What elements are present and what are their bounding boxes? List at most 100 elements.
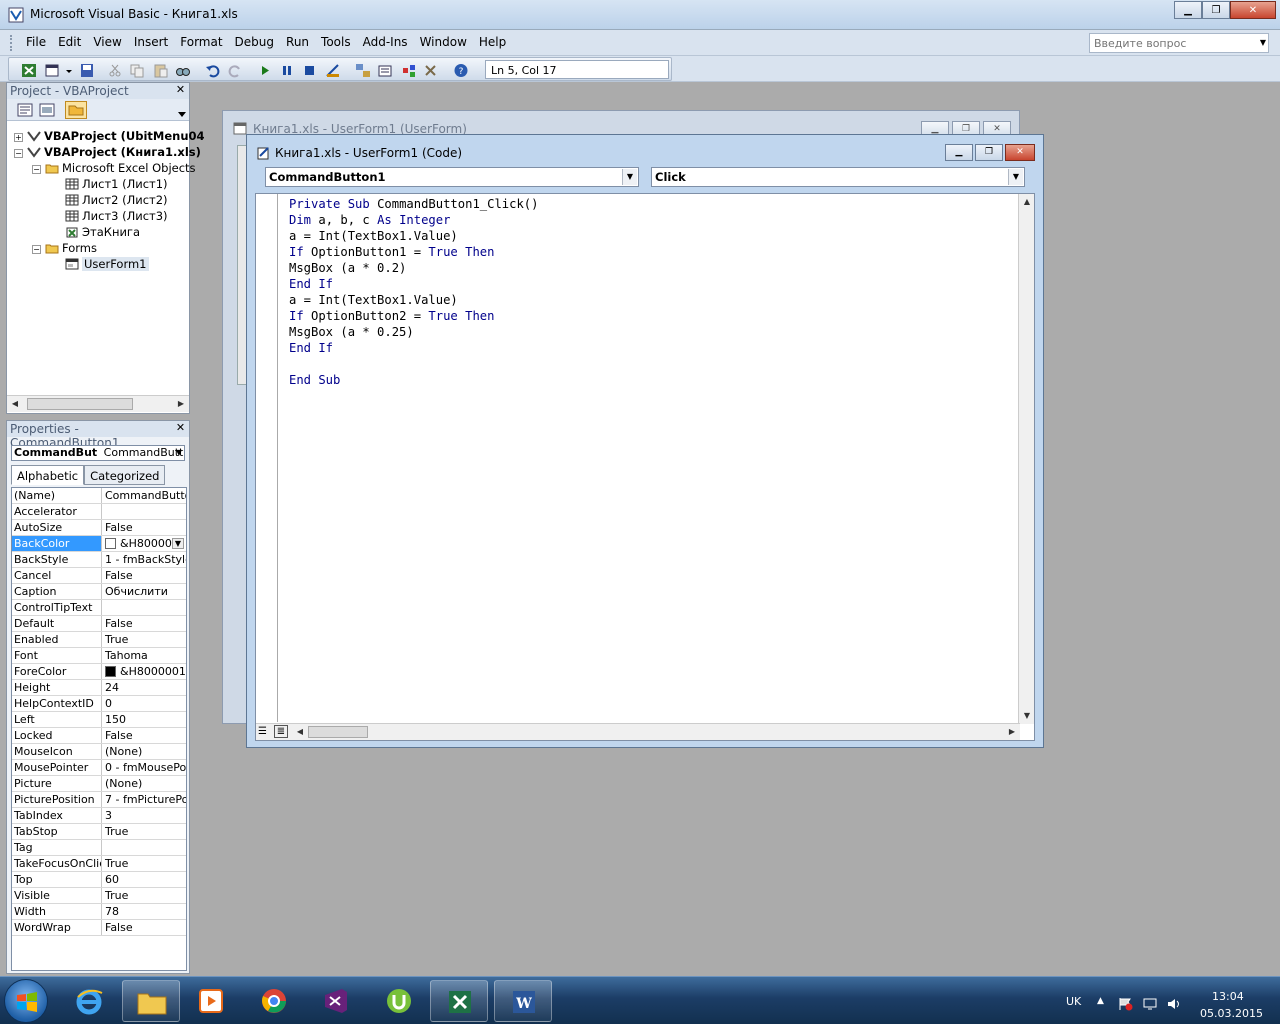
property-value[interactable]: True	[103, 632, 186, 647]
property-value[interactable]	[103, 600, 186, 615]
object-combo[interactable]: CommandButton1 ▼	[265, 167, 639, 187]
property-row[interactable]: MouseIcon (None)	[12, 744, 186, 760]
tab-alphabetic[interactable]: Alphabetic	[11, 465, 85, 485]
taskbar-media-player[interactable]	[182, 980, 240, 1022]
view-object-icon[interactable]	[39, 103, 55, 117]
find-icon[interactable]	[175, 63, 191, 78]
design-mode-icon[interactable]	[325, 63, 341, 78]
expand-icon[interactable]: +	[14, 133, 23, 142]
property-value[interactable]: (None)	[103, 776, 186, 791]
code-window[interactable]: Книга1.xls - UserForm1 (Code) ▁ ❐ ✕ Comm…	[246, 134, 1044, 748]
property-value[interactable]: False	[103, 728, 186, 743]
property-row[interactable]: WordWrap False	[12, 920, 186, 936]
menu-help[interactable]: Help	[473, 35, 512, 49]
scroll-left-icon[interactable]: ◀	[7, 396, 23, 412]
code-minimize-button[interactable]: ▁	[945, 144, 973, 161]
scroll-up-icon[interactable]: ▲	[1019, 194, 1035, 210]
property-value[interactable]: 60	[103, 872, 186, 887]
chevron-down-icon[interactable]	[177, 109, 187, 119]
property-value[interactable]: 7 - fmPicturePos	[103, 792, 186, 807]
tree-item-kniga1[interactable]: VBAProject (Книга1.xls)	[27, 145, 201, 161]
property-value[interactable]	[103, 504, 186, 519]
code-line[interactable]: End If	[289, 276, 539, 292]
property-value[interactable]: False	[103, 568, 186, 583]
property-row[interactable]: Enabled True	[12, 632, 186, 648]
property-value[interactable]: False	[103, 520, 186, 535]
close-button[interactable]: ✕	[1230, 1, 1276, 19]
tree-item-thisworkbook[interactable]: ЭтаКнига	[65, 225, 140, 241]
menu-window[interactable]: Window	[414, 35, 473, 49]
taskbar-chrome[interactable]	[245, 980, 303, 1022]
tab-categorized[interactable]: Categorized	[84, 465, 166, 485]
tray-expand-icon[interactable]: ▲	[1097, 996, 1104, 1006]
property-value[interactable]: 3	[103, 808, 186, 823]
scroll-down-icon[interactable]: ▼	[1019, 708, 1035, 724]
property-value[interactable]: 0 - fmMousePoir	[103, 760, 186, 775]
full-module-view-icon[interactable]: ≣	[274, 725, 288, 738]
tree-item-ubitmenu[interactable]: VBAProject (UbitMenu04	[27, 129, 205, 145]
toggle-folders-icon[interactable]	[65, 101, 87, 119]
property-value[interactable]: 0	[103, 696, 186, 711]
chevron-down-icon[interactable]: ▼	[171, 538, 184, 549]
tree-item-sheet1[interactable]: Лист1 (Лист1)	[65, 177, 168, 193]
close-icon[interactable]: ✕	[174, 84, 187, 97]
property-row[interactable]: Font Tahoma	[12, 648, 186, 664]
help-icon[interactable]: ?	[453, 63, 469, 78]
network-icon[interactable]	[1142, 997, 1158, 1011]
code-line[interactable]: End If	[289, 340, 539, 356]
code-line[interactable]: If OptionButton1 = True Then	[289, 244, 539, 260]
property-row[interactable]: Tag	[12, 840, 186, 856]
code-maximize-button[interactable]: ❐	[975, 144, 1003, 161]
menu-format[interactable]: Format	[174, 35, 228, 49]
property-row[interactable]: Accelerator	[12, 504, 186, 520]
code-line[interactable]	[289, 356, 539, 372]
save-icon[interactable]	[79, 63, 95, 78]
menu-grip[interactable]	[10, 35, 14, 51]
property-row[interactable]: TabStop True	[12, 824, 186, 840]
property-row[interactable]: TakeFocusOnClick True	[12, 856, 186, 872]
code-line[interactable]: a = Int(TextBox1.Value)	[289, 292, 539, 308]
clock-date[interactable]: 05.03.2015	[1200, 1007, 1263, 1020]
property-value[interactable]: (None)	[103, 744, 186, 759]
undo-icon[interactable]	[205, 63, 221, 78]
code-vscroll[interactable]: ▲ ▼	[1018, 194, 1034, 724]
property-value[interactable]: 78	[103, 904, 186, 919]
insert-userform-icon[interactable]	[45, 63, 61, 78]
scroll-right-icon[interactable]: ▶	[173, 396, 189, 412]
breakpoint-margin[interactable]	[256, 194, 278, 722]
property-row[interactable]: BackColor &H80000 ▼	[12, 536, 186, 552]
taskbar-utorrent[interactable]	[370, 980, 428, 1022]
property-value[interactable]: 1 - fmBackStyleC	[103, 552, 186, 567]
property-row[interactable]: Default False	[12, 616, 186, 632]
scroll-right-icon[interactable]: ▶	[1004, 724, 1020, 740]
property-value[interactable]: 150	[103, 712, 186, 727]
menu-debug[interactable]: Debug	[229, 35, 280, 49]
property-row[interactable]: Left 150	[12, 712, 186, 728]
start-button[interactable]	[4, 979, 48, 1023]
code-line[interactable]: If OptionButton2 = True Then	[289, 308, 539, 324]
code-editor[interactable]: Private Sub CommandButton1_Click() Dim a,…	[255, 193, 1035, 741]
property-value[interactable]: Tahoma	[103, 648, 186, 663]
property-value[interactable]: True	[103, 824, 186, 839]
property-row[interactable]: Visible True	[12, 888, 186, 904]
project-hscroll[interactable]: ◀ ▶	[7, 395, 189, 412]
restore-button[interactable]: ❐	[1202, 1, 1230, 19]
volume-icon[interactable]	[1166, 997, 1182, 1011]
property-value[interactable]: &H80000 ▼	[103, 536, 186, 551]
code-line[interactable]: Private Sub CommandButton1_Click()	[289, 196, 539, 212]
procedure-view-icon[interactable]: ☰	[258, 726, 272, 738]
chevron-down-icon[interactable]: ▼	[1008, 169, 1023, 185]
taskbar-word[interactable]: W	[494, 980, 552, 1022]
menu-edit[interactable]: Edit	[52, 35, 87, 49]
menu-run[interactable]: Run	[280, 35, 315, 49]
property-row[interactable]: Caption Обчислити	[12, 584, 186, 600]
menu-file[interactable]: File	[20, 35, 52, 49]
tree-item-forms[interactable]: Forms	[45, 241, 97, 257]
property-row[interactable]: Cancel False	[12, 568, 186, 584]
property-row[interactable]: MousePointer 0 - fmMousePoir	[12, 760, 186, 776]
property-value[interactable]: Обчислити	[103, 584, 186, 599]
property-row[interactable]: TabIndex 3	[12, 808, 186, 824]
property-row[interactable]: Picture (None)	[12, 776, 186, 792]
property-value[interactable]: True	[103, 888, 186, 903]
property-value[interactable]: 24	[103, 680, 186, 695]
